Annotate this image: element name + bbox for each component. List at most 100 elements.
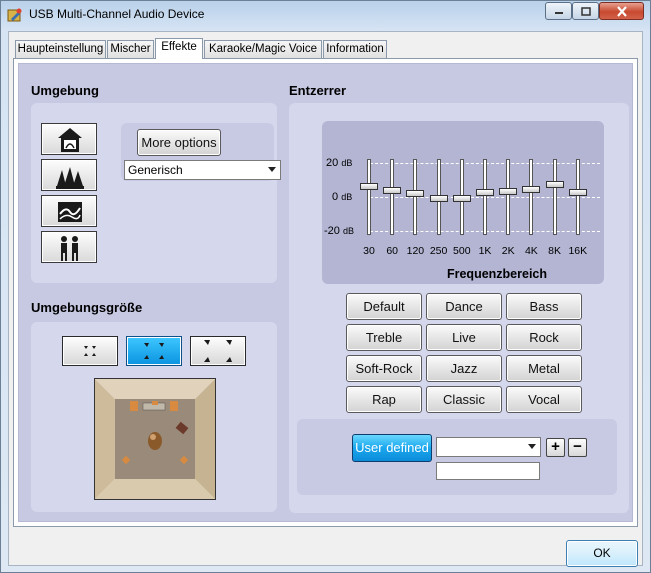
db-label-middle: 0 dB bbox=[332, 191, 352, 203]
size-medium-button[interactable] bbox=[126, 336, 182, 366]
remove-preset-button[interactable]: − bbox=[568, 438, 587, 457]
concert-hall-icon bbox=[56, 167, 84, 189]
add-preset-button[interactable]: + bbox=[546, 438, 565, 457]
button-label: Bass bbox=[529, 299, 559, 314]
equalizer-sliders-box: 20 dB 0 dB -20 dB 30 60 120 250 500 1K 2K 4K 8K 1… bbox=[322, 121, 604, 284]
user-preset-group: User defined + − bbox=[297, 419, 617, 495]
eq-preset-bass-button[interactable]: Bass bbox=[506, 293, 582, 320]
environment-size-group bbox=[31, 322, 277, 512]
eq-preset-treble-button[interactable]: Treble bbox=[346, 324, 422, 351]
tab-karaoke-magic-voice[interactable]: Karaoke/Magic Voice bbox=[204, 40, 322, 58]
environment-house-button[interactable] bbox=[41, 123, 97, 155]
environment-landscape-button[interactable] bbox=[41, 195, 97, 227]
equalizer-group: 20 dB 0 dB -20 dB 30 60 120 250 500 1K 2K 4K 8K 1… bbox=[289, 103, 629, 513]
environment-preset-select[interactable]: Generisch bbox=[124, 160, 281, 180]
environment-size-title: Umgebungsgröße bbox=[31, 300, 143, 315]
user-preset-select[interactable] bbox=[436, 437, 541, 457]
eq-preset-rock-button[interactable]: Rock bbox=[506, 324, 582, 351]
eq-preset-dance-button[interactable]: Dance bbox=[426, 293, 502, 320]
eq-frequency-label: 8K bbox=[548, 245, 562, 257]
eq-slider-thumb-1K[interactable] bbox=[476, 189, 494, 197]
button-label: Vocal bbox=[528, 392, 560, 407]
tab-label: Haupteinstellung bbox=[17, 43, 104, 55]
size-small-button[interactable] bbox=[62, 336, 118, 366]
eq-slider-thumb-8K[interactable] bbox=[545, 181, 564, 189]
house-environment-icon bbox=[58, 128, 82, 152]
environment-title: Umgebung bbox=[31, 83, 99, 98]
size-medium-icon bbox=[144, 343, 164, 359]
eq-slider-thumb-2K[interactable] bbox=[499, 188, 518, 196]
eq-slider-track-30[interactable] bbox=[367, 159, 371, 235]
button-label: Rap bbox=[372, 392, 396, 407]
chevron-down-icon bbox=[268, 167, 276, 172]
eq-slider-track-1K[interactable] bbox=[483, 159, 487, 235]
eq-preset-default-button[interactable]: Default bbox=[346, 293, 422, 320]
eq-slider-track-2K[interactable] bbox=[506, 159, 511, 235]
ok-button[interactable]: OK bbox=[566, 540, 638, 567]
tab-label: Information bbox=[326, 43, 384, 55]
eq-frequency-label: 16K bbox=[568, 245, 588, 257]
eq-preset-jazz-button[interactable]: Jazz bbox=[426, 355, 502, 382]
eq-slider-thumb-120[interactable] bbox=[406, 190, 425, 198]
tab-mischer[interactable]: Mischer bbox=[107, 40, 154, 58]
button-label: Dance bbox=[445, 299, 483, 314]
eq-preset-live-button[interactable]: Live bbox=[426, 324, 502, 351]
more-options-button[interactable]: More options bbox=[137, 129, 221, 156]
eq-slider-track-16K[interactable] bbox=[575, 159, 580, 235]
button-label: Jazz bbox=[450, 361, 478, 376]
window-title: USB Multi-Channel Audio Device bbox=[29, 7, 205, 21]
close-button[interactable] bbox=[599, 2, 644, 20]
eq-frequency-label: 500 bbox=[453, 245, 471, 257]
eq-preset-metal-button[interactable]: Metal bbox=[506, 355, 582, 382]
preset-name-input[interactable] bbox=[436, 462, 540, 480]
room-preview-image bbox=[95, 379, 215, 499]
db-value: -20 bbox=[324, 225, 340, 237]
preset-subgroup: More options Generisch bbox=[121, 123, 281, 181]
eq-slider-thumb-500[interactable] bbox=[452, 195, 471, 203]
environment-opera-button[interactable] bbox=[41, 159, 97, 191]
tab-effekte[interactable]: Effekte bbox=[155, 38, 203, 59]
tab-label: Mischer bbox=[110, 43, 151, 55]
select-value: Generisch bbox=[128, 163, 183, 177]
tab-information[interactable]: Information bbox=[323, 40, 387, 58]
eq-slider-thumb-16K[interactable] bbox=[568, 189, 587, 197]
landscape-icon bbox=[58, 202, 82, 222]
eq-slider-track-60[interactable] bbox=[390, 159, 395, 235]
eq-preset-soft-rock-button[interactable]: Soft-Rock bbox=[346, 355, 422, 382]
eq-slider-thumb-60[interactable] bbox=[383, 187, 402, 195]
db-value: 20 bbox=[326, 157, 339, 169]
environment-group: More options Generisch bbox=[31, 103, 281, 283]
eq-frequency-label: 4K bbox=[524, 245, 538, 257]
eq-slider-thumb-30[interactable] bbox=[360, 183, 378, 191]
eq-preset-rap-button[interactable]: Rap bbox=[346, 386, 422, 413]
eq-slider-track-8K[interactable] bbox=[552, 159, 557, 235]
db-label-top: 20 dB bbox=[326, 157, 352, 169]
close-icon bbox=[616, 5, 627, 17]
eq-preset-classic-button[interactable]: Classic bbox=[426, 386, 502, 413]
button-label: Rock bbox=[529, 330, 559, 345]
button-label: Treble bbox=[365, 330, 403, 345]
size-large-icon bbox=[204, 340, 232, 362]
db-label-bottom: -20 dB bbox=[324, 225, 354, 237]
dialog-client: Haupteinstellung Mischer Effekte Karaoke… bbox=[8, 31, 643, 567]
maximize-button[interactable] bbox=[572, 2, 599, 20]
tab-haupteinstellung[interactable]: Haupteinstellung bbox=[15, 40, 106, 58]
eq-slider-track-4K[interactable] bbox=[529, 159, 534, 235]
eq-frequency-label: 60 bbox=[386, 245, 399, 257]
eq-preset-vocal-button[interactable]: Vocal bbox=[506, 386, 582, 413]
button-label: User defined bbox=[355, 440, 429, 455]
button-label: Live bbox=[452, 330, 476, 345]
minimize-button[interactable] bbox=[545, 2, 572, 20]
eq-slider-thumb-250[interactable] bbox=[429, 195, 448, 203]
app-window: USB Multi-Channel Audio Device Haupteins… bbox=[0, 0, 651, 573]
environment-people-button[interactable] bbox=[41, 231, 97, 263]
user-defined-button[interactable]: User defined bbox=[352, 434, 432, 462]
size-large-button[interactable] bbox=[190, 336, 246, 366]
plus-icon: + bbox=[551, 438, 560, 455]
people-icon bbox=[61, 236, 78, 261]
eq-slider-thumb-4K[interactable] bbox=[522, 186, 541, 194]
size-small-icon bbox=[84, 346, 96, 356]
frequency-axis-label: Frequenzbereich bbox=[446, 267, 548, 281]
button-label: Default bbox=[363, 299, 405, 314]
minus-icon: − bbox=[573, 438, 582, 455]
